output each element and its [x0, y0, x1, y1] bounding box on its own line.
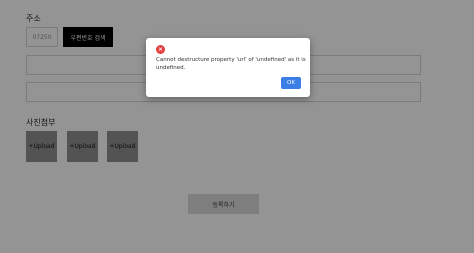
ok-button[interactable]: OK: [281, 77, 301, 89]
ok-label: OK: [287, 80, 295, 86]
alert-message: Cannot destructure property 'url' of 'un…: [156, 57, 306, 71]
alert-dialog: × Cannot destructure property 'url' of '…: [146, 38, 310, 97]
error-icon: ×: [156, 45, 165, 54]
